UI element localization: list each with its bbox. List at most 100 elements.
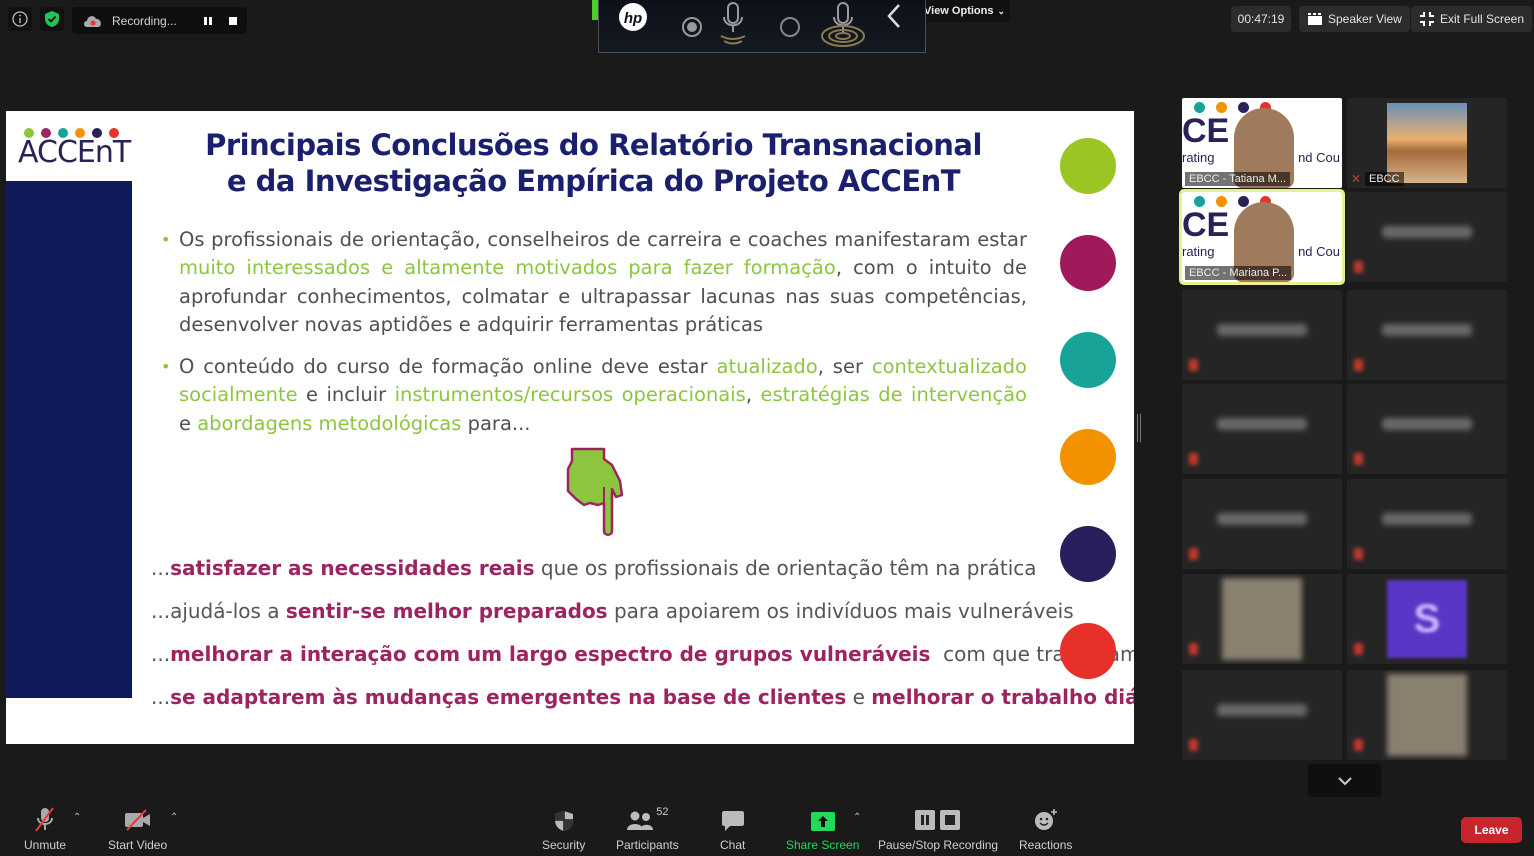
highlight: satisfazer as necessidades reais <box>170 556 535 580</box>
participant-photo <box>1387 103 1467 183</box>
chat-button[interactable]: Chat <box>720 806 745 852</box>
encryption-button[interactable] <box>40 7 64 31</box>
share-screen-button[interactable]: Share Screen <box>786 806 859 852</box>
share-options-caret[interactable]: ⌃ <box>853 812 861 823</box>
view-options-label: View Options <box>924 5 994 17</box>
participant-tile[interactable] <box>1347 479 1507 569</box>
meeting-timer: 00:47:19 <box>1231 6 1291 32</box>
mic-muted-icon <box>1354 359 1363 371</box>
start-video-button[interactable]: Start Video <box>108 806 167 852</box>
leave-button[interactable]: Leave <box>1461 817 1522 843</box>
text: Os profissionais de orientação, conselhe… <box>179 228 1027 251</box>
text: para... <box>461 411 531 435</box>
pause-stop-recording-icon <box>915 810 961 830</box>
decorative-dot <box>1060 526 1116 582</box>
slide-title-line-1: Principais Conclusões do Relatório Trans… <box>205 128 982 162</box>
circle-icon[interactable] <box>779 16 801 38</box>
highlight: melhorar a interação com um largo espect… <box>170 642 931 666</box>
share-screen-icon <box>810 812 835 831</box>
mic-muted-icon: ⨯ <box>1351 171 1362 185</box>
mic-muted-icon <box>1189 548 1198 560</box>
participant-tile[interactable] <box>1347 192 1507 282</box>
participant-name-blurred <box>1382 513 1472 526</box>
decorative-dot <box>1060 429 1116 485</box>
exit-full-screen-button[interactable]: Exit Full Screen <box>1411 6 1533 32</box>
participant-name-blurred <box>1382 226 1472 239</box>
mic-muted-icon <box>1189 359 1198 371</box>
speaker-view-button[interactable]: Speaker View <box>1299 6 1410 32</box>
participant-name-blurred <box>1217 704 1307 717</box>
decorative-dot <box>1060 235 1116 291</box>
participant-name: EBCC - Mariana P... <box>1185 266 1292 280</box>
decorative-dots-column <box>1060 138 1116 720</box>
participant-name-blurred <box>1382 324 1472 337</box>
unmute-label: Unmute <box>24 838 67 852</box>
conclusion-item: ...satisfazer as necessidades reais que … <box>151 554 1134 597</box>
chevron-left-icon[interactable] <box>886 3 902 29</box>
participant-tile[interactable] <box>1347 290 1507 380</box>
slide-bullets: Os profissionais de orientação, conselhe… <box>161 226 1027 452</box>
participant-tile[interactable] <box>1347 384 1507 474</box>
mic-waves-icon[interactable] <box>819 2 867 48</box>
meeting-info-button[interactable] <box>8 7 32 31</box>
participant-tile[interactable]: CE rating nd Cou EBCC - Tatiana M... <box>1182 98 1342 188</box>
share-screen-label: Share Screen <box>786 838 860 852</box>
participant-tile[interactable] <box>1347 670 1507 760</box>
gallery-scroll-down-button[interactable] <box>1308 764 1381 797</box>
record-dot-icon[interactable] <box>681 16 703 38</box>
unmute-button[interactable]: Unmute <box>24 806 66 852</box>
participant-name: EBCC <box>1365 172 1404 186</box>
text: e <box>179 411 198 435</box>
accent-logo: ACCEnT <box>18 128 131 170</box>
decorative-dot <box>1060 332 1116 388</box>
pause-stop-recording-button[interactable]: Pause/Stop Recording <box>878 806 998 852</box>
audio-options-caret[interactable]: ⌃ <box>73 812 81 823</box>
participant-name-blurred <box>1217 513 1307 526</box>
pause-recording-button[interactable] <box>195 8 220 33</box>
participant-tile[interactable] <box>1182 670 1342 760</box>
participant-tile[interactable] <box>1182 290 1342 380</box>
cloud-record-icon <box>84 15 101 27</box>
reactions-label: Reactions <box>1019 838 1073 852</box>
participant-tile[interactable]: S <box>1347 574 1507 664</box>
exit-full-screen-label: Exit Full Screen <box>1440 12 1525 26</box>
mic-icon[interactable] <box>715 2 751 48</box>
participant-tile[interactable] <box>1182 384 1342 474</box>
stop-icon <box>228 16 237 25</box>
view-options-button[interactable]: View Options ⌄ <box>918 0 1010 22</box>
video-options-caret[interactable]: ⌃ <box>170 812 178 823</box>
highlight: abordagens metodológicas <box>197 411 462 435</box>
participant-tile[interactable]: ⨯ EBCC <box>1347 98 1507 188</box>
participant-tile[interactable] <box>1182 574 1342 664</box>
text: para apoiarem os indivíduos mais vulnerá… <box>607 599 1074 623</box>
security-button[interactable]: Security <box>542 806 585 852</box>
slide-navy-bar <box>6 181 132 698</box>
participant-name-blurred <box>1382 418 1472 431</box>
text: ... <box>151 685 171 709</box>
recording-label: Recording... <box>112 13 177 28</box>
pointing-down-hand-icon <box>566 447 624 536</box>
logo-text: ACCEnT <box>18 135 131 170</box>
text: que os profissionais de orientação têm n… <box>534 556 1037 580</box>
participant-tile[interactable] <box>1182 479 1342 569</box>
mic-muted-icon <box>1354 453 1363 465</box>
pause-stop-recording-label: Pause/Stop Recording <box>878 838 999 852</box>
participant-name-blurred <box>1217 324 1307 337</box>
chat-label: Chat <box>720 838 746 852</box>
highlight: sentir-se melhor preparados <box>285 599 608 623</box>
participants-icon <box>627 811 654 830</box>
mic-muted-icon <box>35 807 54 832</box>
highlight: instrumentos/recursos operacionais <box>394 383 746 407</box>
shield-check-icon <box>45 11 59 27</box>
panel-resize-handle[interactable] <box>1137 414 1141 442</box>
participant-tile[interactable]: CE rating nd Cou EBCC - Mariana P... <box>1179 189 1345 285</box>
mic-muted-icon <box>1354 261 1363 273</box>
participants-button[interactable]: 52 Participants <box>616 806 679 852</box>
text: e incluir <box>297 383 395 407</box>
text: , <box>745 383 761 407</box>
exit-fullscreen-icon <box>1420 12 1434 26</box>
reactions-button[interactable]: Reactions <box>1019 806 1072 852</box>
chat-icon <box>721 811 744 831</box>
stop-recording-button[interactable] <box>220 8 245 33</box>
text: ...ajudá-los a <box>151 599 286 623</box>
